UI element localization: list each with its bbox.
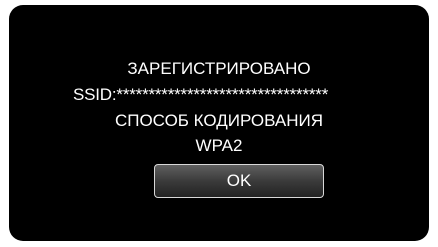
registration-status: ЗАРЕГИСТРИРОВАНО	[127, 59, 311, 78]
encryption-value: WPA2	[195, 136, 243, 155]
encryption-label: СПОСОБ КОДИРОВАНИЯ	[114, 111, 324, 130]
ok-button[interactable]: OK	[154, 164, 324, 198]
ssid-line: SSID:*********************************	[73, 85, 329, 104]
camera-screen: ЗАРЕГИСТРИРОВАНО SSID:******************…	[9, 5, 429, 241]
